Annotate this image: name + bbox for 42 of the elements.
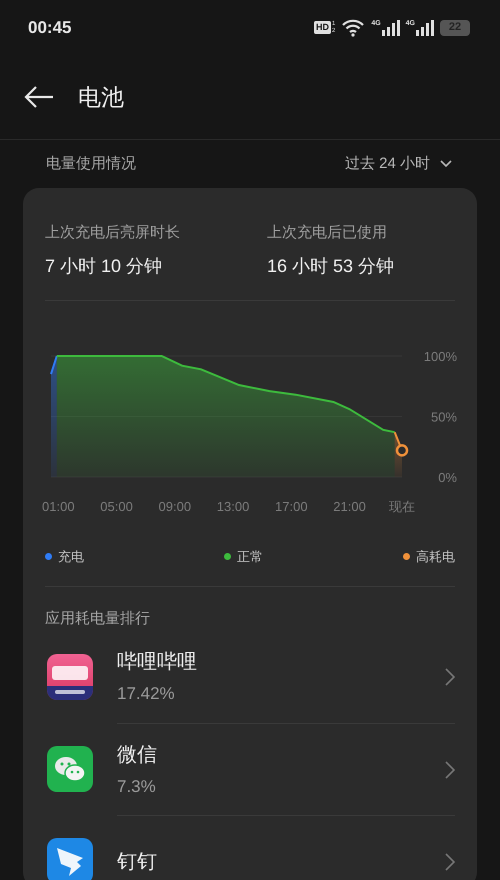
app-percent: 17.42% [117,683,176,706]
y-tick-label: 50% [430,409,457,424]
stat-label: 上次充电后亮屏时长 [45,223,181,243]
signal-icon [416,20,434,36]
x-tick-label: 05:00 [100,498,133,514]
chevron-right-icon [445,760,455,778]
end-marker [396,444,408,456]
app-row[interactable]: 哔哩哔哩 17.42% [45,631,455,723]
chevron-right-icon [445,668,455,686]
period-selector[interactable]: 过去 24 小时 [344,152,452,176]
section-title: 应用耗电量排行 [45,610,150,627]
app-name: 微信 [117,742,157,768]
wifi-icon [341,18,366,36]
y-tick-label: 100% [424,348,457,364]
chevron-down-icon [440,160,452,168]
app-percent: 7.3% [117,776,157,798]
back-icon[interactable] [24,86,54,108]
x-tick-label: 13:00 [216,498,250,514]
page-title: 电池 [78,82,124,112]
wing-icon [47,838,93,880]
legend-label: 正常 [237,548,263,566]
section-title: 电量使用情况 [46,154,136,174]
x-tick-label: 现在 [389,498,415,514]
signal-icon [382,20,400,36]
x-tick-label: 17:00 [275,498,308,514]
app-icon [47,654,93,700]
stat-value: 16 小时 53 分钟 [267,254,394,278]
app-name: 哔哩哔哩 [117,650,197,676]
legend-label: 高耗电 [416,548,455,566]
x-tick-label: 01:00 [42,498,75,514]
chat-icon [47,746,93,792]
legend-label: 充电 [58,548,84,566]
chevron-right-icon [445,852,455,870]
app-row[interactable]: 微信 7.3% [45,723,455,815]
app-name: 钉钉 [117,850,157,874]
y-tick-label: 0% [438,470,457,484]
app-row[interactable]: 钉钉 [45,815,455,880]
stat-value: 7 小时 10 分钟 [45,254,164,278]
x-tick-label: 09:00 [158,498,192,514]
x-tick-label: 21:00 [333,498,366,514]
clock: 00:45 [28,16,72,39]
stat-label: 上次充电后已使用 [267,223,388,243]
